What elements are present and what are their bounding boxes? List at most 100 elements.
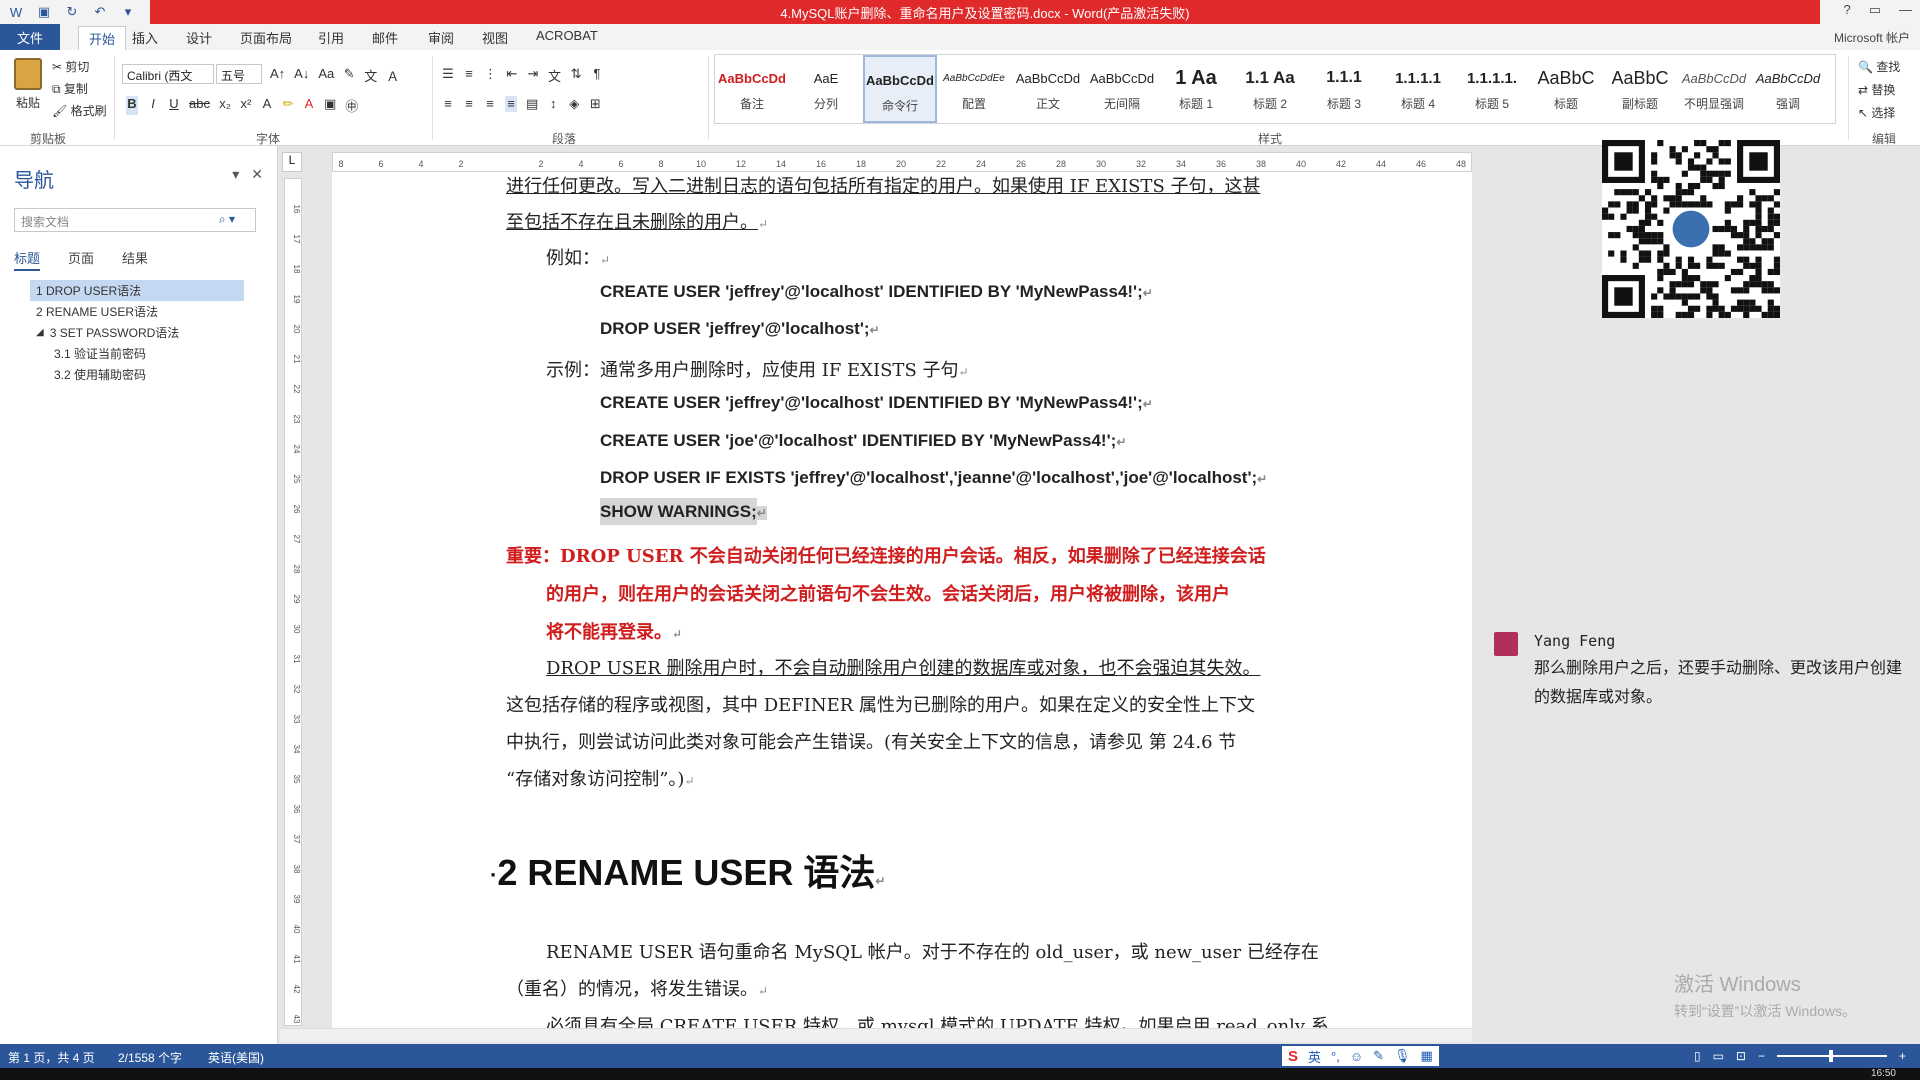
highlight-icon[interactable]: ✏ (282, 96, 294, 115)
style-subtle-emphasis[interactable]: AaBbCcDd 不明显强调 (1677, 55, 1751, 123)
replace-button[interactable]: ⇄ 替换 (1858, 79, 1900, 102)
style-command-line[interactable]: AaBbCcDd 命令行 (863, 55, 937, 123)
phonetic-icon[interactable]: 文 (364, 66, 377, 85)
decrease-indent-icon[interactable]: ⇤ (506, 66, 518, 85)
align-right-icon[interactable]: ≡ (484, 96, 496, 112)
document-page[interactable]: 进行任何更改。写入二进制日志的语句包括所有指定的用户。如果使用 IF EXIST… (332, 172, 1472, 1028)
align-center-icon[interactable]: ≡ (463, 96, 475, 112)
tab-home[interactable]: 开始 (78, 26, 127, 50)
numbering-icon[interactable]: ≡ (463, 66, 475, 85)
find-button[interactable]: 🔍 查找 (1858, 56, 1900, 79)
word-count[interactable]: 2/1558 个字 (118, 1049, 182, 1066)
tab-review[interactable]: 审阅 (428, 28, 454, 47)
format-painter-button[interactable]: 🖌 格式刷 (52, 100, 107, 122)
zoom-in-icon[interactable]: + (1899, 1049, 1906, 1063)
style-columns[interactable]: AaE 分列 (789, 55, 863, 123)
char-shading-icon[interactable]: ▣ (324, 96, 336, 115)
multilevel-list-icon[interactable]: ⋮ (484, 66, 497, 85)
font-size-select[interactable]: 五号 (216, 64, 262, 84)
enclose-char-icon[interactable]: ㊥ (345, 96, 358, 115)
char-border-icon[interactable]: Ａ (386, 66, 399, 85)
tab-acrobat[interactable]: ACROBAT (536, 28, 598, 43)
line-spacing-icon[interactable]: ↕ (547, 96, 559, 112)
style-heading-2[interactable]: 1.1 Aa 标题 2 (1233, 55, 1307, 123)
style-normal[interactable]: AaBbCcDd 正文 (1011, 55, 1085, 123)
account-link[interactable]: Microsoft 帐户 (1834, 29, 1910, 46)
align-left-icon[interactable]: ≡ (442, 96, 454, 112)
page-count[interactable]: 第 1 页，共 4 页 (8, 1049, 95, 1066)
cut-button[interactable]: ✂ 剪切 (52, 56, 107, 78)
minimize-icon[interactable]: — (1899, 2, 1912, 18)
search-input[interactable]: 搜索文档 ⌕ ▾ (14, 208, 256, 232)
tab-selector[interactable]: L (282, 152, 302, 172)
zoom-out-icon[interactable]: − (1758, 1049, 1765, 1063)
style-heading-1[interactable]: 1 Aa 标题 1 (1159, 55, 1233, 123)
tab-headings[interactable]: 标题 (14, 248, 41, 271)
sort-icon[interactable]: ⇅ (570, 66, 582, 85)
style-subtitle[interactable]: AaBbC 副标题 (1603, 55, 1677, 123)
style-no-spacing[interactable]: AaBbCcDd 无间隔 (1085, 55, 1159, 123)
tab-mailings[interactable]: 邮件 (372, 28, 398, 47)
style-heading-4[interactable]: 1.1.1.1 标题 4 (1381, 55, 1455, 123)
style-heading-5[interactable]: 1.1.1.1. 标题 5 (1455, 55, 1529, 123)
tab-page-layout[interactable]: 页面布局 (240, 28, 292, 47)
nav-heading-item[interactable]: 3.2 使用辅助密码 (30, 364, 244, 385)
tab-view[interactable]: 视图 (482, 28, 508, 47)
nav-heading-item[interactable]: 1 DROP USER语法 (30, 280, 244, 301)
redo-icon[interactable]: ↻ (62, 2, 82, 22)
grow-font-icon[interactable]: A↑ (270, 66, 285, 85)
emoji-icon[interactable]: ☺ (1350, 1049, 1363, 1064)
zoom-slider[interactable] (1776, 1050, 1887, 1062)
underline-icon[interactable]: U (168, 96, 180, 115)
borders-icon[interactable]: ⊞ (589, 96, 601, 112)
tab-insert[interactable]: 插入 (132, 28, 158, 47)
nav-heading-item[interactable]: 3.1 验证当前密码 (30, 343, 244, 364)
search-icon[interactable]: ⌕ ▾ (219, 212, 235, 227)
bullets-icon[interactable]: ☰ (442, 66, 454, 85)
tab-pages[interactable]: 页面 (68, 248, 94, 271)
zoom-slider-handle[interactable] (1828, 1050, 1833, 1062)
web-layout-icon[interactable]: ⊡ (1736, 1049, 1746, 1063)
comment-text[interactable]: 那么删除用户之后，还要手动删除、更改该用户创建的数据库或对象。 (1534, 654, 1914, 712)
style-title[interactable]: AaBbC 标题 (1529, 55, 1603, 123)
punctuation-icon[interactable]: °, (1331, 1049, 1340, 1064)
ribbon-display-icon[interactable]: ▭ (1869, 2, 1881, 18)
paste-button[interactable]: 粘贴 (8, 58, 48, 120)
font-name-select[interactable]: Calibri (西文 (122, 64, 214, 84)
nav-heading-item[interactable]: 2 RENAME USER语法 (30, 301, 244, 322)
text-effect-icon[interactable]: A (261, 96, 273, 115)
close-icon[interactable]: ✕ (251, 166, 263, 183)
horizontal-ruler[interactable]: 8 6 4 2 2 4 6 8 10 12 14 16 18 20 22 24 26 28 30 32 34 36 38 40… (332, 152, 1472, 172)
distributed-icon[interactable]: ▤ (526, 96, 538, 112)
undo-icon[interactable]: ↶ (90, 2, 110, 22)
show-marks-icon[interactable]: ¶ (591, 66, 603, 85)
horizontal-scrollbar[interactable] (280, 1028, 1472, 1042)
nav-heading-item[interactable]: ◢ 3 SET PASSWORD语法 (16, 322, 244, 343)
customize-qat-icon[interactable]: ▾ (118, 2, 138, 22)
increase-indent-icon[interactable]: ⇥ (527, 66, 539, 85)
toolbox-icon[interactable]: ▦ (1421, 1048, 1433, 1064)
language-indicator[interactable]: 英语(美国) (208, 1049, 264, 1066)
read-mode-icon[interactable]: ▯ (1694, 1049, 1701, 1063)
tab-results[interactable]: 结果 (122, 248, 148, 271)
justify-icon[interactable]: ≡ (505, 96, 517, 112)
clear-format-icon[interactable]: ✎ (343, 66, 355, 85)
style-heading-3[interactable]: 1.1.1 标题 3 (1307, 55, 1381, 123)
pen-icon[interactable]: ✎ (1373, 1048, 1384, 1064)
font-color-icon[interactable]: A (303, 96, 315, 115)
bold-icon[interactable]: B (126, 96, 138, 115)
chinese-layout-icon[interactable]: 文 (548, 66, 561, 85)
change-case-icon[interactable]: Aa (318, 66, 334, 85)
help-icon[interactable]: ? (1843, 2, 1850, 18)
shading-icon[interactable]: ◈ (568, 96, 580, 112)
tab-references[interactable]: 引用 (318, 28, 344, 47)
print-layout-icon[interactable]: ▭ (1713, 1049, 1724, 1063)
strikethrough-icon[interactable]: abc (189, 96, 210, 115)
commented-text[interactable]: DROP USER 删除用户时，不会自动删除用户创建的数据库或对象，也不会强迫其… (546, 658, 1261, 679)
subscript-icon[interactable]: x₂ (219, 96, 231, 115)
select-button[interactable]: ↖ 选择 (1858, 102, 1900, 125)
mic-icon[interactable]: 🎙 (1394, 1048, 1411, 1064)
tab-design[interactable]: 设计 (186, 28, 212, 47)
shrink-font-icon[interactable]: A↓ (294, 66, 309, 85)
style-config[interactable]: AaBbCcDdEe 配置 (937, 55, 1011, 123)
